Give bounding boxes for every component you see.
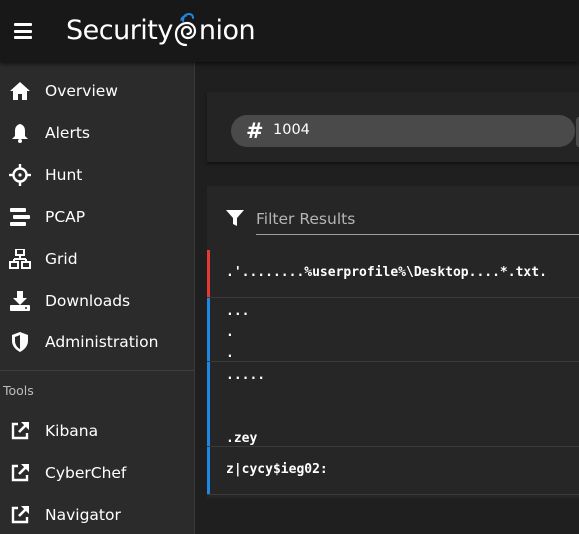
sidebar-item-cyberchef[interactable]: CyberChef — [0, 452, 194, 494]
filter-bar — [207, 186, 579, 250]
sidebar-divider — [0, 370, 194, 371]
status-bar-blue — [207, 447, 210, 494]
result-text: z|cycy$ieg02: — [226, 462, 328, 477]
sidebar-item-overview[interactable]: Overview — [0, 70, 194, 112]
results-card: .'........%userprofile%\Desktop....*.txt… — [207, 186, 579, 498]
sidebar-item-administration[interactable]: Administration — [0, 321, 194, 363]
sidebar-item-label: Kibana — [45, 422, 99, 440]
result-row[interactable]: z|cycy$ieg02: — [207, 447, 579, 495]
external-link-icon — [9, 462, 31, 484]
bell-icon — [9, 122, 31, 144]
filter-results-input[interactable] — [256, 204, 579, 235]
logo-text-security: Security — [66, 14, 173, 46]
hash-icon: # — [246, 119, 264, 143]
sidebar-item-label: Administration — [45, 333, 159, 351]
sidebar-item-navigator[interactable]: Navigator — [0, 494, 194, 534]
menu-icon[interactable] — [14, 23, 32, 39]
app-root: Security nion Overview Alerts Hunt PCAP … — [0, 0, 579, 534]
external-link-icon — [9, 504, 31, 526]
result-text: ..... .zey — [226, 368, 266, 446]
query-card: # 1004 — [207, 92, 579, 162]
security-onion-logo[interactable]: Security nion — [66, 8, 256, 52]
sidebar-item-label: Downloads — [45, 292, 131, 310]
crosshairs-icon — [9, 164, 31, 186]
sidebar-item-label: Grid — [45, 250, 78, 268]
sidebar-item-label: Navigator — [45, 506, 121, 524]
result-row[interactable]: ..... .zey — [207, 362, 579, 447]
filter-icon — [226, 210, 244, 226]
query-chip[interactable]: # 1004 — [231, 115, 575, 147]
status-bar-red — [207, 250, 210, 297]
query-value: 1004 — [273, 122, 310, 138]
main-content: # 1004 .'........%userprofile%\Desktop..… — [195, 62, 579, 534]
download-icon — [9, 290, 31, 312]
sidebar-item-grid[interactable]: Grid — [0, 238, 194, 280]
sidebar-item-downloads[interactable]: Downloads — [0, 280, 194, 322]
status-bar-blue — [207, 362, 210, 446]
tools-section-title: Tools — [3, 383, 34, 398]
sidebar-item-label: PCAP — [45, 208, 86, 226]
external-link-icon — [9, 420, 31, 442]
status-bar-blue — [207, 298, 210, 361]
sidebar-item-alerts[interactable]: Alerts — [0, 112, 194, 154]
home-icon — [9, 80, 31, 102]
onion-swirl-icon — [174, 12, 196, 47]
sidebar-item-pcap[interactable]: PCAP — [0, 196, 194, 238]
stream-icon — [9, 206, 31, 228]
sidebar: Overview Alerts Hunt PCAP Grid Downloads… — [0, 62, 195, 534]
results-list: .'........%userprofile%\Desktop....*.txt… — [207, 250, 579, 495]
shield-icon — [9, 331, 31, 353]
sidebar-item-label: CyberChef — [45, 464, 127, 482]
result-text: .'........%userprofile%\Desktop....*.txt… — [226, 265, 547, 280]
result-text: ... . . — [226, 304, 250, 361]
result-row[interactable]: ... . . — [207, 298, 579, 362]
sidebar-item-label: Alerts — [45, 124, 90, 142]
result-row[interactable]: .'........%userprofile%\Desktop....*.txt… — [207, 250, 579, 298]
sidebar-item-label: Overview — [45, 82, 118, 100]
sidebar-item-label: Hunt — [45, 166, 83, 184]
top-app-bar: Security nion — [0, 0, 579, 62]
sidebar-item-hunt[interactable]: Hunt — [0, 154, 194, 196]
network-icon — [9, 248, 31, 270]
logo-text-nion: nion — [198, 14, 256, 46]
sidebar-item-kibana[interactable]: Kibana — [0, 410, 194, 452]
